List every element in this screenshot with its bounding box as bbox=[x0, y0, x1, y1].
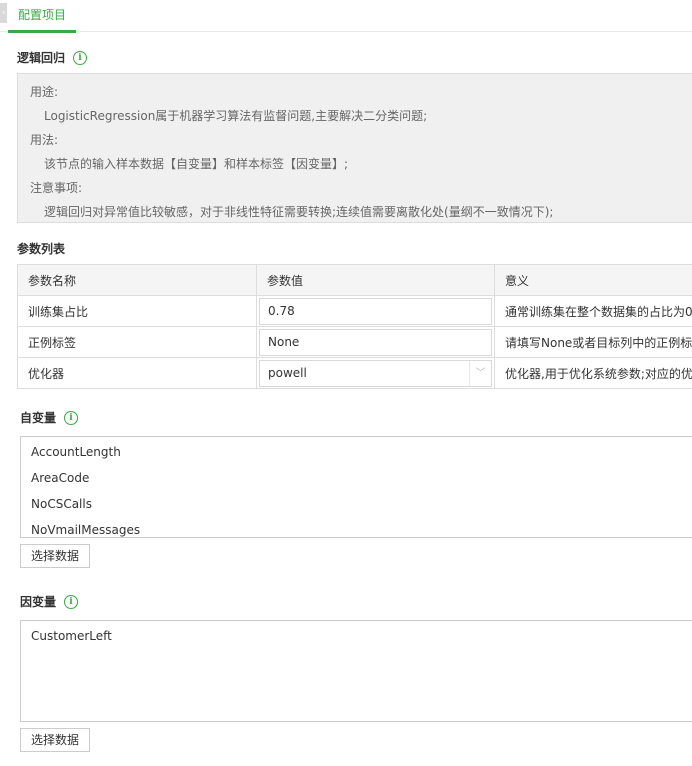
independent-section-title: 自变量 i bbox=[20, 409, 79, 426]
method-text: 该节点的输入样本数据【自变量】和样本标签【因变量】; bbox=[44, 157, 349, 171]
info-icon[interactable]: i bbox=[73, 50, 88, 65]
table-row: 训练集占比 0.78 通常训练集在整个数据集的占比为0 bbox=[17, 295, 692, 327]
param-meaning: 请填写None或者目标列中的正例标签 bbox=[494, 326, 692, 358]
optimizer-selected-value: powell bbox=[268, 365, 307, 380]
dependent-variable-list[interactable]: CustomerLeft bbox=[20, 620, 692, 722]
notes-text: 逻辑回归对异常值比较敏感，对于非线性特征需要转换;连续值需要离散化处(量纲不一致… bbox=[44, 205, 554, 219]
info-icon[interactable]: i bbox=[64, 410, 79, 425]
collapse-icon[interactable]: ‹ bbox=[0, 3, 7, 23]
list-item[interactable]: AccountLength bbox=[21, 439, 692, 465]
param-meaning: 通常训练集在整个数据集的占比为0 bbox=[494, 295, 692, 327]
param-value-cell: None bbox=[256, 326, 495, 358]
params-title: 参数列表 bbox=[17, 242, 66, 256]
table-header-row: 参数名称 参数值 意义 bbox=[17, 264, 692, 296]
tab-bar: ‹ 配置项目 bbox=[0, 0, 692, 33]
header-param-value: 参数值 bbox=[256, 264, 495, 296]
select-dependent-data-button[interactable]: 选择数据 bbox=[20, 728, 91, 752]
algorithm-description: 用途: LogisticRegression属于机器学习算法有监督问题,主要解决… bbox=[17, 73, 692, 223]
table-row: 优化器 powell ﹀ 优化器,用于优化系统参数;对应的优化 bbox=[17, 357, 692, 389]
list-item[interactable]: NoVmailMessages bbox=[21, 517, 692, 537]
optimizer-select[interactable]: powell ﹀ bbox=[259, 359, 492, 387]
param-meaning: 优化器,用于优化系统参数;对应的优化 bbox=[494, 357, 692, 389]
param-name: 优化器 bbox=[17, 357, 257, 389]
header-param-name: 参数名称 bbox=[17, 264, 257, 296]
list-item[interactable]: AreaCode bbox=[21, 465, 692, 491]
param-name: 训练集占比 bbox=[17, 295, 257, 327]
usage-heading: 用途: bbox=[30, 85, 59, 99]
dependent-section-title: 因变量 i bbox=[20, 593, 79, 610]
dependent-title: 因变量 bbox=[20, 595, 57, 609]
params-table: 参数名称 参数值 意义 训练集占比 0.78 通常训练集在整个数据集的占比为0 … bbox=[17, 264, 692, 389]
positive-label-input[interactable]: None bbox=[259, 328, 492, 356]
method-heading: 用法: bbox=[30, 133, 59, 147]
algorithm-section-title: 逻辑回归 i bbox=[17, 49, 88, 66]
notes-heading: 注意事项: bbox=[30, 181, 83, 195]
param-name: 正例标签 bbox=[17, 326, 257, 358]
algorithm-title: 逻辑回归 bbox=[17, 51, 66, 65]
params-section-title: 参数列表 bbox=[17, 240, 65, 257]
table-row: 正例标签 None 请填写None或者目标列中的正例标签 bbox=[17, 326, 692, 358]
param-value-cell: 0.78 bbox=[256, 295, 495, 327]
independent-variable-list[interactable]: AccountLength AreaCode NoCSCalls NoVmail… bbox=[20, 436, 692, 538]
chevron-down-icon[interactable]: ﹀ bbox=[469, 360, 491, 386]
usage-text: LogisticRegression属于机器学习算法有监督问题,主要解决二分类问… bbox=[44, 109, 428, 123]
header-meaning: 意义 bbox=[494, 264, 692, 296]
list-item[interactable]: CustomerLeft bbox=[21, 623, 692, 649]
select-independent-data-button[interactable]: 选择数据 bbox=[20, 544, 91, 568]
param-value-cell: powell ﹀ bbox=[256, 357, 495, 389]
info-icon[interactable]: i bbox=[64, 594, 79, 609]
tab-active-indicator bbox=[8, 30, 77, 33]
tab-label: 配置项目 bbox=[18, 8, 67, 22]
tab-config-project[interactable]: 配置项目 bbox=[8, 0, 77, 33]
independent-title: 自变量 bbox=[20, 411, 57, 425]
train-ratio-input[interactable]: 0.78 bbox=[259, 297, 492, 325]
list-item[interactable]: NoCSCalls bbox=[21, 491, 692, 517]
